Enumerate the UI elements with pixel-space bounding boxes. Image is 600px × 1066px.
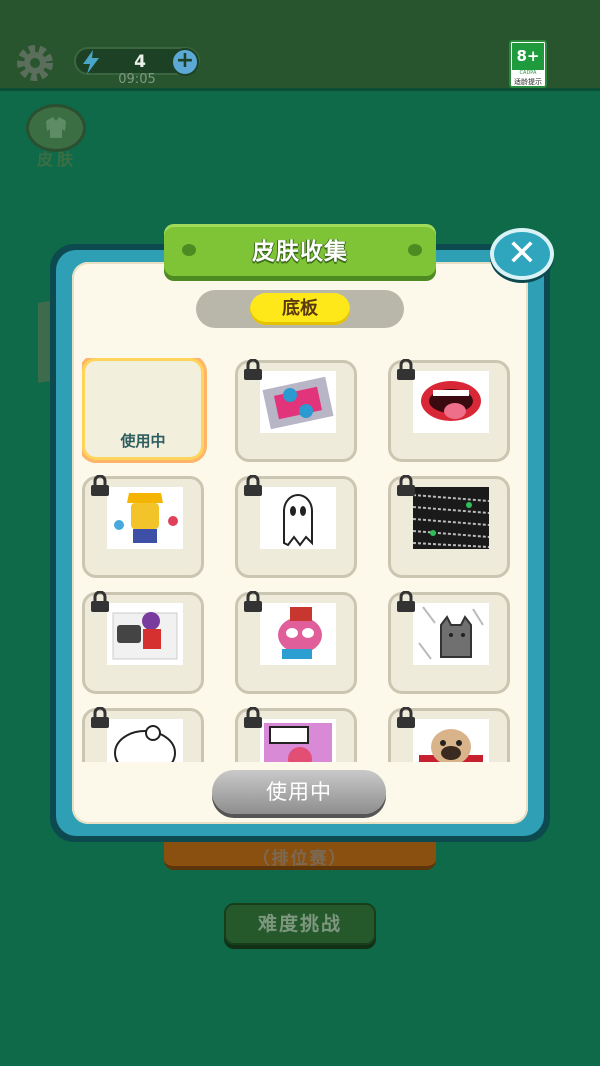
art-graffiti-image bbox=[260, 719, 336, 762]
dialog-title: 皮肤收集 bbox=[252, 239, 348, 265]
close-icon: ✕ bbox=[506, 233, 538, 274]
skin-slot-sketch-cat[interactable] bbox=[82, 707, 204, 762]
tab-board[interactable]: 底板 bbox=[250, 293, 350, 325]
skin-slot-grey-cat[interactable] bbox=[388, 591, 510, 694]
skin-slot-default[interactable]: 使用中 bbox=[82, 358, 204, 460]
skin-slot-pink-monster[interactable] bbox=[235, 591, 357, 694]
pug-image bbox=[413, 719, 489, 762]
lightning-bolt-icon bbox=[83, 50, 99, 74]
casio-graffiti-image bbox=[260, 371, 336, 433]
skin-button[interactable]: 皮肤 bbox=[24, 104, 90, 170]
skin-slot-casio-graffiti[interactable] bbox=[235, 359, 357, 462]
in-use-label: 使用中 bbox=[120, 432, 166, 450]
skin-slot-mouth-tongue[interactable] bbox=[388, 359, 510, 462]
skin-circle bbox=[26, 104, 86, 152]
lock-icon bbox=[244, 475, 262, 496]
skin-slot-art-graffiti[interactable] bbox=[235, 707, 357, 762]
energy-timer: 09:05 bbox=[118, 72, 156, 87]
skin-grid: 使用中 bbox=[82, 358, 514, 762]
lock-icon bbox=[397, 359, 415, 380]
pink-monster-image bbox=[260, 603, 336, 665]
lock-icon bbox=[91, 707, 109, 728]
lock-icon bbox=[397, 591, 415, 612]
lock-icon bbox=[91, 475, 109, 496]
ghost-image bbox=[260, 487, 336, 549]
lock-icon bbox=[244, 591, 262, 612]
dialog-title-ribbon: 皮肤收集 bbox=[164, 224, 436, 276]
skin-label: 皮肤 bbox=[36, 150, 77, 169]
lock-icon bbox=[244, 359, 262, 380]
age-rating-badge: 8+ CADPA 适龄提示 bbox=[509, 40, 547, 88]
energy-counter: 4 + bbox=[74, 47, 200, 76]
lock-icon bbox=[244, 707, 262, 728]
category-tabbar: 底板 bbox=[196, 290, 404, 328]
skin-slot-pug[interactable] bbox=[388, 707, 510, 762]
lock-icon bbox=[397, 475, 415, 496]
lock-icon bbox=[91, 591, 109, 612]
skin-slot-yellow-king[interactable] bbox=[82, 475, 204, 578]
sketch-cat-image bbox=[107, 719, 183, 762]
settings-gear-icon[interactable] bbox=[14, 42, 56, 84]
skin-slot-boombox-guy[interactable] bbox=[82, 591, 204, 694]
difficulty-challenge-button[interactable]: 难度挑战 bbox=[224, 903, 376, 945]
skin-slot-text-pattern[interactable] bbox=[388, 475, 510, 578]
grey-cat-image bbox=[413, 603, 489, 665]
use-skin-button[interactable]: 使用中 bbox=[212, 770, 386, 814]
yellow-king-image bbox=[107, 487, 183, 549]
text-pattern-image bbox=[413, 487, 489, 549]
clothes-icon bbox=[46, 117, 66, 138]
ranked-label: （排位赛） bbox=[252, 849, 348, 869]
add-energy-button[interactable]: + bbox=[171, 48, 199, 76]
energy-value: 4 bbox=[134, 52, 146, 72]
boombox-guy-image bbox=[107, 603, 183, 665]
lock-icon bbox=[397, 707, 415, 728]
close-button[interactable]: ✕ bbox=[490, 228, 554, 280]
mouth-tongue-image bbox=[413, 371, 489, 433]
skin-slot-ghost[interactable] bbox=[235, 475, 357, 578]
